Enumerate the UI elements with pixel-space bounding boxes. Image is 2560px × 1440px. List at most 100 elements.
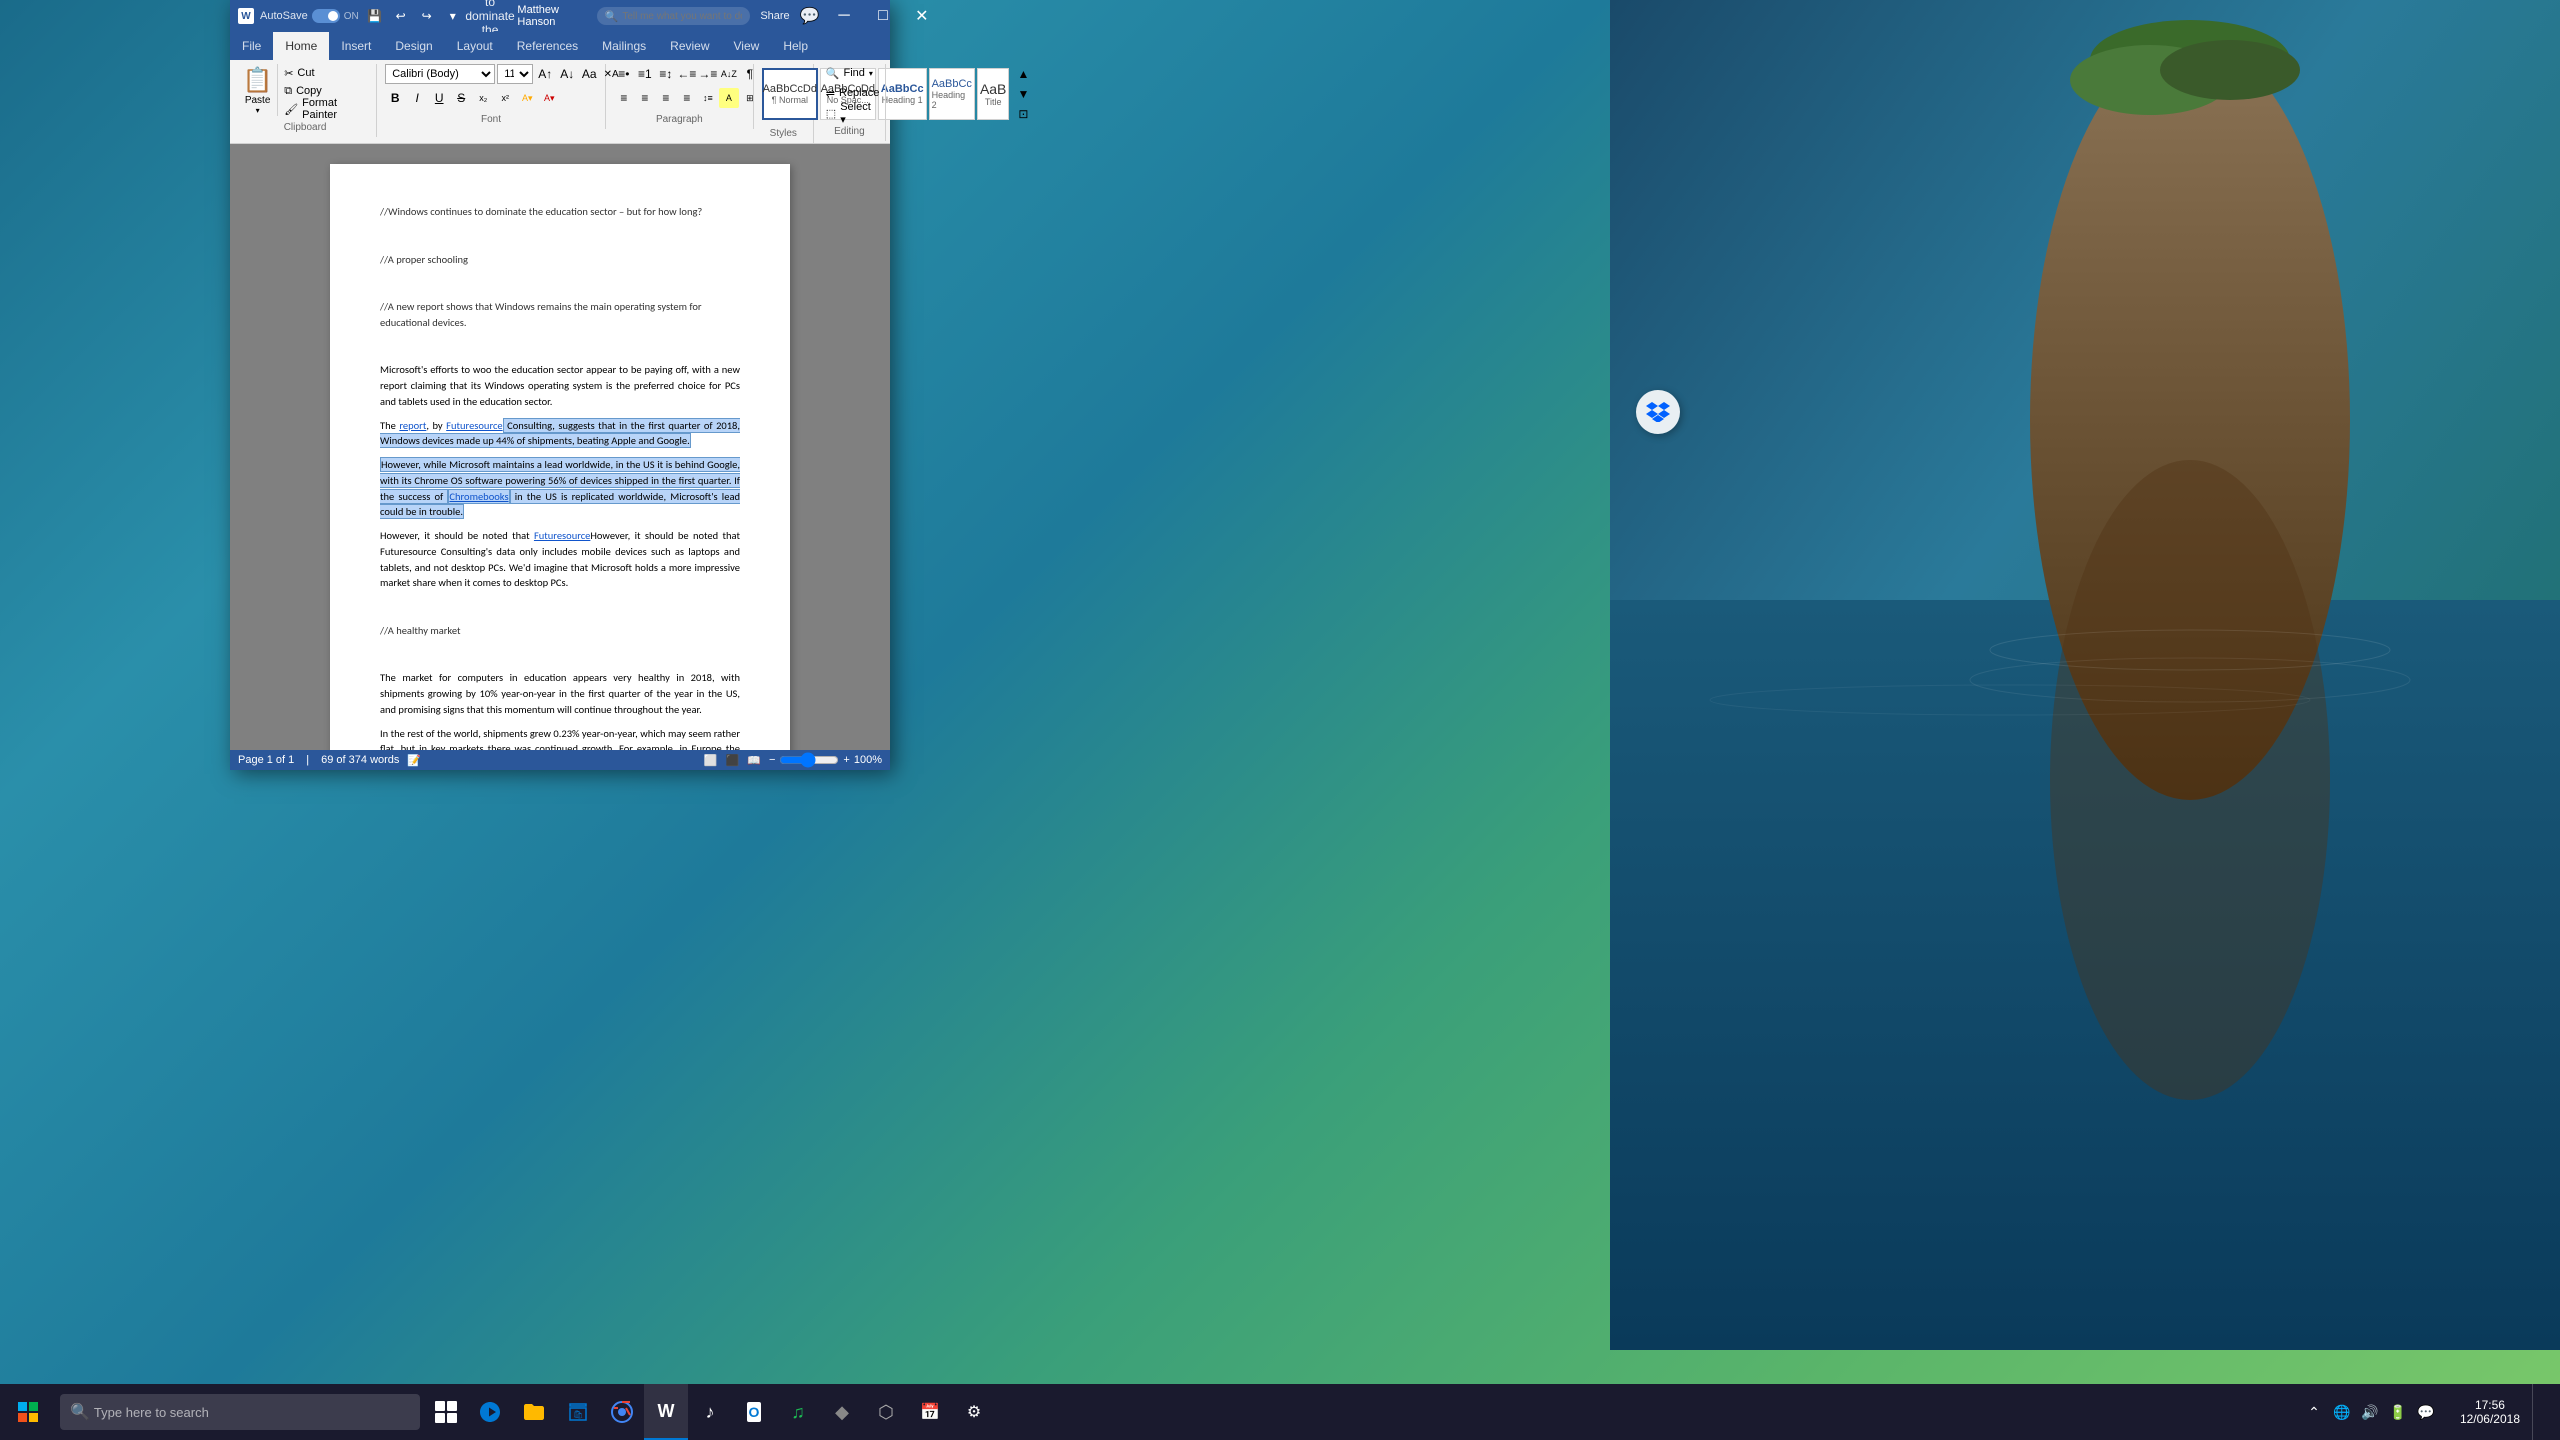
autosave-toggle[interactable]	[312, 9, 340, 23]
taskbar-unknown1[interactable]: ◆	[820, 1384, 864, 1440]
title-search-input[interactable]	[622, 11, 742, 22]
strikethrough-button[interactable]: S	[451, 88, 471, 108]
show-desktop-btn[interactable]	[2532, 1384, 2560, 1440]
tab-help[interactable]: Help	[771, 32, 820, 60]
tab-layout[interactable]: Layout	[445, 32, 505, 60]
view-normal-icon[interactable]: ⬜	[704, 754, 718, 767]
zoom-in-btn[interactable]: +	[843, 754, 849, 766]
select-button[interactable]: ⬚ Select ▾	[822, 104, 877, 122]
decrease-indent-button[interactable]: ←≡	[677, 64, 697, 84]
numbering-button[interactable]: ≡1	[635, 64, 655, 84]
minimize-button[interactable]: ─	[826, 0, 863, 32]
taskbar-edge[interactable]	[468, 1384, 512, 1440]
taskbar-explorer[interactable]	[512, 1384, 556, 1440]
quick-save-btn[interactable]: 💾	[365, 6, 385, 26]
taskbar-calendar[interactable]: 📅	[908, 1384, 952, 1440]
styles-scroll-down[interactable]: ▼	[1013, 84, 1033, 104]
view-read-icon[interactable]: 📖	[747, 754, 761, 767]
zoom-out-btn[interactable]: −	[769, 754, 775, 766]
search-input[interactable]	[94, 1405, 410, 1420]
document-area[interactable]: //Windows continues to dominate the educ…	[230, 144, 890, 750]
clock-widget[interactable]: 17:56 12/06/2018	[2448, 1384, 2532, 1440]
tab-view[interactable]: View	[722, 32, 772, 60]
start-button[interactable]	[0, 1384, 56, 1440]
title-search[interactable]: 🔍	[597, 7, 751, 25]
styles-scroll-up[interactable]: ▲	[1013, 64, 1033, 84]
tab-review[interactable]: Review	[658, 32, 721, 60]
cut-button[interactable]: ✂ Cut	[280, 64, 368, 82]
taskbar-app1[interactable]: ♪	[688, 1384, 732, 1440]
sort-button[interactable]: A↓Z	[719, 64, 739, 84]
italic-button[interactable]: I	[407, 88, 427, 108]
align-left-button[interactable]: ≡	[614, 88, 634, 108]
taskbar-unknown2[interactable]: ⬡	[864, 1384, 908, 1440]
doc-link-chromebooks[interactable]: Chromebooks	[448, 489, 509, 504]
style-normal[interactable]: AaBbCcDd ¶ Normal	[762, 68, 818, 120]
tab-references[interactable]: References	[505, 32, 590, 60]
tray-message[interactable]: 💬	[2412, 1384, 2440, 1440]
increase-indent-button[interactable]: →≡	[698, 64, 718, 84]
justify-button[interactable]: ≡	[677, 88, 697, 108]
shading-button[interactable]: A	[719, 88, 739, 108]
superscript-button[interactable]: x²	[495, 88, 515, 108]
font-color-button[interactable]: A▾	[539, 88, 559, 108]
bullets-button[interactable]: ≡•	[614, 64, 634, 84]
find-button[interactable]: 🔍 Find ▾	[822, 64, 877, 82]
font-name-select[interactable]: Calibri (Body)	[385, 64, 495, 84]
tray-battery[interactable]: 🔋	[2384, 1384, 2412, 1440]
task-view-button[interactable]	[424, 1384, 468, 1440]
tab-home[interactable]: Home	[273, 32, 329, 60]
doc-link-futuresource1[interactable]: Futuresource	[446, 419, 502, 432]
styles-expand[interactable]: ⊡	[1013, 104, 1033, 124]
taskbar-search[interactable]: 🔍	[60, 1394, 420, 1430]
paragraph-group-label: Paragraph	[614, 112, 745, 125]
replace-icon: ⇌	[826, 87, 835, 100]
dropbox-icon[interactable]	[1636, 390, 1680, 434]
quick-undo-btn[interactable]: ↩	[391, 6, 411, 26]
tab-design[interactable]: Design	[383, 32, 444, 60]
doc-link-futuresource2[interactable]: Futuresource	[534, 529, 590, 542]
font-size-select[interactable]: 11	[497, 64, 533, 84]
style-title[interactable]: AaB Title	[977, 68, 1009, 120]
style-heading2[interactable]: AaBbCc Heading 2	[929, 68, 975, 120]
taskbar-store[interactable]: 🛍	[556, 1384, 600, 1440]
style-title-label: Title	[985, 97, 1002, 107]
quick-redo-btn[interactable]: ↪	[417, 6, 437, 26]
increase-font-btn[interactable]: A↑	[535, 64, 555, 84]
maximize-button[interactable]: □	[864, 0, 901, 32]
doc-link-report[interactable]: report	[399, 419, 426, 432]
view-web-icon[interactable]: ⬛	[726, 754, 740, 767]
line-spacing-button[interactable]: ↕≡	[698, 88, 718, 108]
tab-mailings[interactable]: Mailings	[590, 32, 658, 60]
highlight-button[interactable]: A▾	[517, 88, 537, 108]
share-button[interactable]: Share	[760, 10, 789, 22]
paste-button[interactable]: 📋 Paste ▾	[242, 64, 278, 116]
quick-more-btn[interactable]: ▾	[443, 6, 463, 26]
tray-volume[interactable]: 🔊	[2356, 1384, 2384, 1440]
tray-chevron[interactable]: ⌃	[2300, 1384, 2328, 1440]
multilevel-button[interactable]: ≡↕	[656, 64, 676, 84]
subscript-button[interactable]: x₂	[473, 88, 493, 108]
taskbar-chrome[interactable]	[600, 1384, 644, 1440]
zoom-slider[interactable]	[779, 752, 839, 768]
format-painter-button[interactable]: 🖌 Format Painter	[280, 100, 368, 118]
doc-comment1: //Windows continues to dominate the educ…	[380, 204, 740, 220]
taskbar-spotify[interactable]: ♫	[776, 1384, 820, 1440]
underline-button[interactable]: U	[429, 88, 449, 108]
editing-group: 🔍 Find ▾ ⇌ Replace ⬚ Select ▾ Editing	[814, 64, 886, 141]
replace-button[interactable]: ⇌ Replace	[822, 84, 884, 102]
change-case-btn[interactable]: Aa	[579, 64, 599, 84]
tab-insert[interactable]: Insert	[329, 32, 383, 60]
align-center-button[interactable]: ≡	[635, 88, 655, 108]
comments-button[interactable]: 💬	[800, 6, 820, 26]
taskbar-outlook[interactable]: O	[732, 1384, 776, 1440]
proofing-icon[interactable]: 📝	[407, 754, 421, 767]
decrease-font-btn[interactable]: A↓	[557, 64, 577, 84]
bold-button[interactable]: B	[385, 88, 405, 108]
taskbar-word[interactable]: W	[644, 1384, 688, 1440]
taskbar-settings[interactable]: ⚙	[952, 1384, 996, 1440]
tray-network[interactable]: 🌐	[2328, 1384, 2356, 1440]
close-button[interactable]: ✕	[903, 0, 940, 32]
tab-file[interactable]: File	[230, 32, 273, 60]
align-right-button[interactable]: ≡	[656, 88, 676, 108]
